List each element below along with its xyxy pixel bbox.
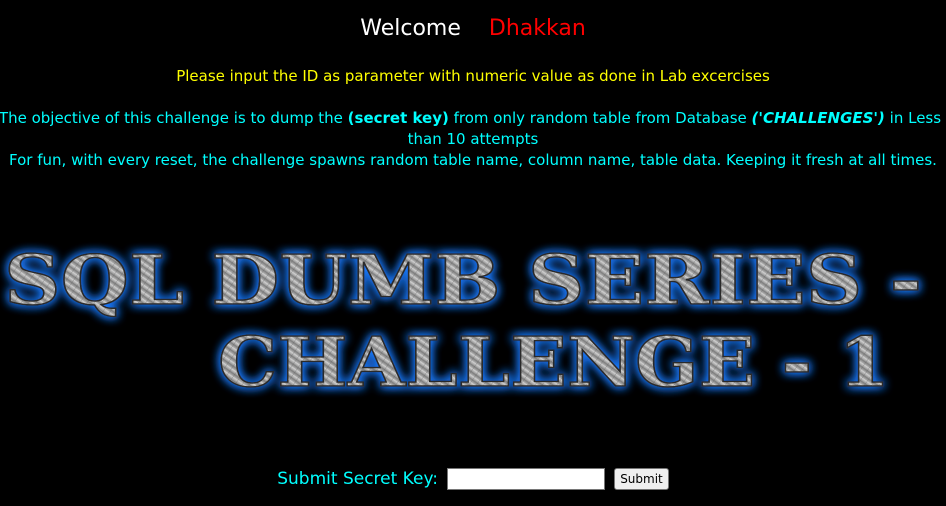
username: Dhakkan [488, 16, 586, 41]
welcome-label: Welcome [360, 16, 461, 41]
challenge-objective: The objective of this challenge is to du… [0, 108, 946, 171]
challenge-banner: SQL DUMB SERIES - 1 CHALLENGE - 1 [0, 228, 946, 418]
secret-key-input[interactable] [447, 468, 606, 490]
objective-text-3: in Less [884, 109, 942, 127]
banner-line-1: SQL DUMB SERIES - 1 [4, 241, 946, 321]
banner-line-2: CHALLENGE - 1 [218, 323, 890, 403]
secret-key-term: (secret key) [347, 109, 449, 127]
objective-text-1: The objective of this challenge is to du… [0, 109, 348, 127]
objective-text-2: from only random table from Database [448, 109, 752, 127]
objective-line-3: For fun, with every reset, the challenge… [9, 151, 937, 169]
secret-key-form: Submit Secret Key: Submit [0, 467, 946, 491]
database-name: ('CHALLENGES') [751, 109, 885, 127]
objective-line-2: than 10 attempts [407, 130, 539, 148]
secret-key-label: Submit Secret Key: [277, 469, 438, 489]
submit-button[interactable]: Submit [614, 468, 669, 490]
input-hint: Please input the ID as parameter with nu… [176, 67, 770, 85]
objective-line-1: The objective of this challenge is to du… [0, 108, 946, 129]
welcome-header: Welcome Dhakkan [0, 13, 946, 45]
